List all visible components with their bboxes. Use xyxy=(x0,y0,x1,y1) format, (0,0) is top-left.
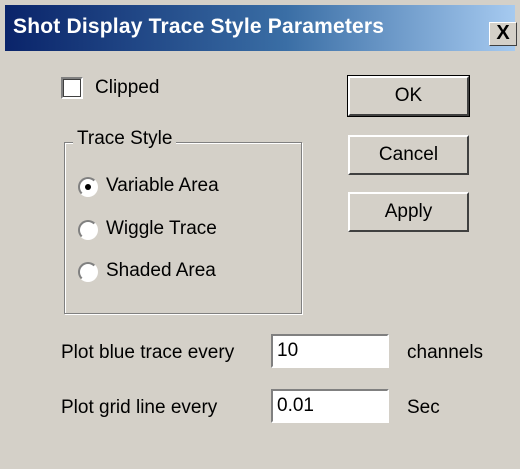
apply-button[interactable]: Apply xyxy=(348,192,469,232)
grid-line-input[interactable] xyxy=(271,389,389,423)
shaded-area-radio[interactable] xyxy=(78,262,98,282)
radio-selected-dot xyxy=(85,184,91,190)
variable-area-label[interactable]: Variable Area xyxy=(106,175,219,197)
wiggle-trace-label[interactable]: Wiggle Trace xyxy=(106,218,217,240)
blue-trace-input[interactable] xyxy=(271,334,389,368)
close-button[interactable]: X xyxy=(489,22,517,46)
cancel-button[interactable]: Cancel xyxy=(348,135,469,175)
clipped-checkbox[interactable] xyxy=(61,77,83,99)
wiggle-trace-radio[interactable] xyxy=(78,220,98,240)
grid-line-unit: Sec xyxy=(407,397,440,418)
blue-trace-label: Plot blue trace every xyxy=(61,342,235,363)
variable-area-radio[interactable] xyxy=(78,177,98,197)
grid-line-label: Plot grid line every xyxy=(61,397,218,418)
window-title: Shot Display Trace Style Parameters xyxy=(13,15,385,38)
trace-style-group-label: Trace Style xyxy=(73,128,177,150)
blue-trace-unit: channels xyxy=(407,342,484,363)
clipped-label[interactable]: Clipped xyxy=(95,77,159,99)
title-bar[interactable]: Shot Display Trace Style Parameters X xyxy=(5,5,517,51)
ok-button[interactable]: OK xyxy=(347,75,470,117)
shaded-area-label[interactable]: Shaded Area xyxy=(106,260,216,282)
close-icon: X xyxy=(496,22,510,44)
trace-style-dialog: Shot Display Trace Style Parameters X Cl… xyxy=(0,0,520,469)
